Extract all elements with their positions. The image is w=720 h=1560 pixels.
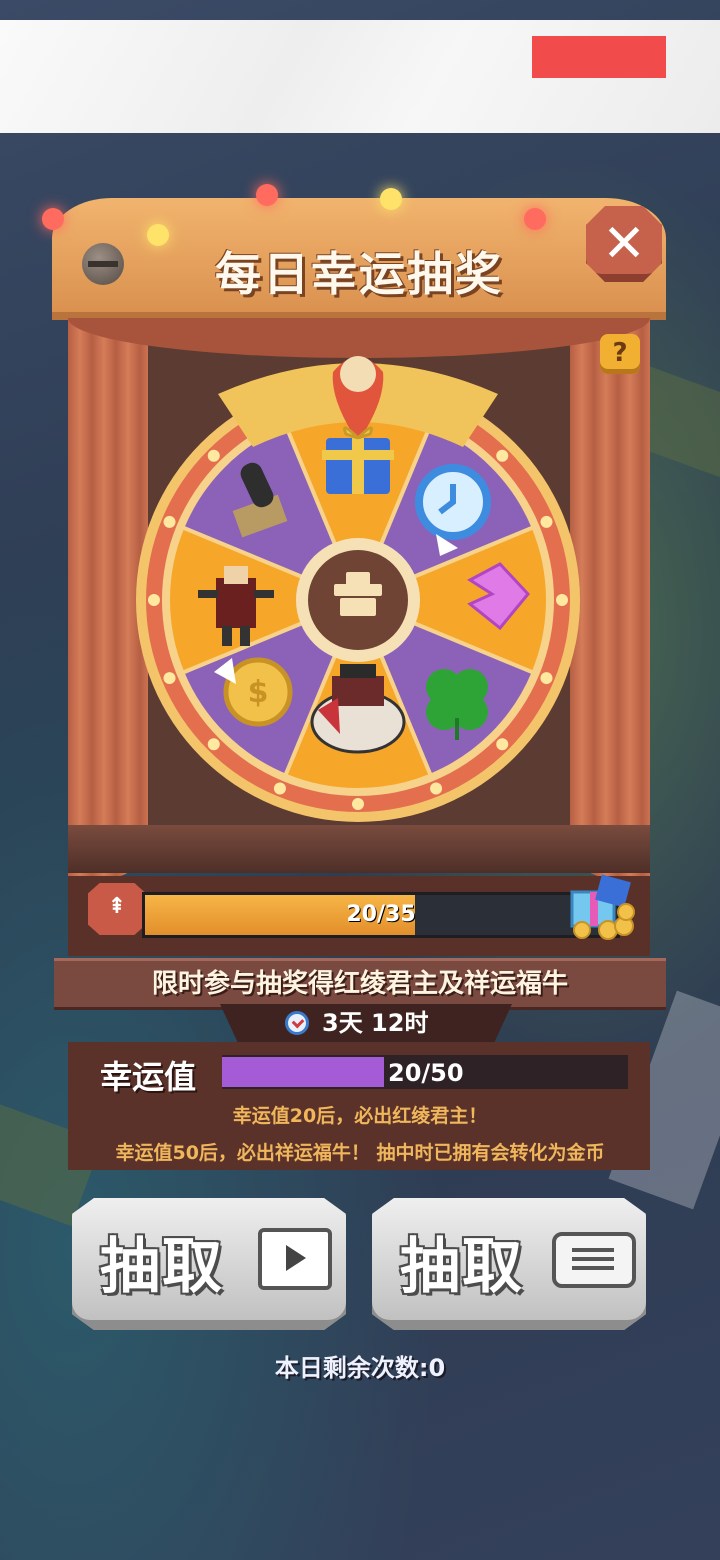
rim-light-icon	[207, 738, 220, 751]
video-play-icon	[258, 1228, 332, 1290]
rim-light-icon	[163, 672, 176, 685]
clock-icon	[285, 1011, 309, 1035]
event-banner-text: 限时参与抽奖得红绫君主及祥运福牛	[151, 969, 568, 999]
light-bulb-icon	[380, 188, 402, 210]
rim-light-icon	[163, 515, 176, 528]
event-banner: 限时参与抽奖得红绫君主及祥运福牛	[54, 958, 666, 1010]
prize-wheel: $	[136, 356, 580, 822]
light-bulb-icon	[524, 208, 546, 230]
reward-chest-icon[interactable]	[566, 872, 642, 944]
luck-note-2: 幸运值50后，必出祥运福牛！ 抽中时已拥有会转化为金币	[115, 1142, 605, 1164]
title-sign: 每日幸运抽奖	[52, 198, 666, 320]
luck-note-1: 幸运值20后，必出红绫君主！	[232, 1105, 488, 1127]
progress-bar: 20/35	[142, 892, 620, 938]
luck-value: 20/50	[388, 1059, 464, 1087]
pointer-knob	[340, 356, 376, 392]
hub-symbol-icon	[340, 598, 376, 616]
hub-symbol-icon	[346, 572, 370, 586]
luck-label: 幸运值	[100, 1058, 197, 1096]
rim-light-icon	[496, 738, 509, 751]
svg-text:$: $	[248, 675, 269, 710]
event-timer: 3天 12时	[322, 1009, 429, 1037]
rim-light-icon	[273, 782, 286, 795]
draw-ticket-button[interactable]: 抽取	[372, 1198, 646, 1330]
luck-bar-fill	[222, 1057, 385, 1087]
draw-ticket-label: 抽取	[400, 1232, 524, 1302]
close-button[interactable]: ✕	[586, 206, 662, 282]
progress-expand-button[interactable]: ⇞	[88, 883, 146, 935]
rim-light-icon	[207, 449, 220, 462]
rim-light-icon	[540, 672, 553, 685]
screw-icon	[82, 243, 124, 285]
light-bulb-icon	[147, 224, 169, 246]
rim-light-icon	[430, 782, 443, 795]
draw-video-button[interactable]: 抽取	[72, 1198, 346, 1330]
top-red-block	[532, 36, 666, 78]
ticket-icon	[552, 1232, 636, 1288]
rim-light-icon	[496, 449, 509, 462]
rim-light-icon	[540, 515, 553, 528]
rim-light-icon	[556, 594, 568, 606]
progress-text: 20/35	[346, 902, 416, 927]
light-bulb-icon	[42, 208, 64, 230]
draw-video-label: 抽取	[100, 1232, 224, 1302]
rim-light-icon	[352, 798, 364, 810]
close-icon: ✕	[602, 214, 646, 274]
light-bulb-icon	[256, 184, 278, 206]
stage-floor	[68, 825, 650, 873]
rim-light-icon	[148, 594, 160, 606]
page-title: 每日幸运抽奖	[215, 247, 503, 301]
remaining-draws: 本日剩余次数:0	[274, 1354, 446, 1382]
